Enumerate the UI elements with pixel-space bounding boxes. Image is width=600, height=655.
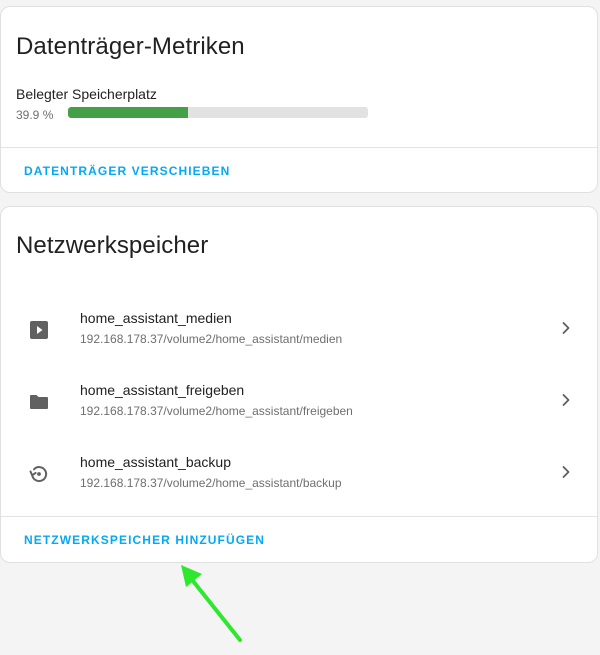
card-actions-divider <box>1 516 597 517</box>
play-box-icon <box>30 321 48 339</box>
mount-name: home_assistant_freigeben <box>80 382 245 398</box>
network-mount-item-freigeben[interactable]: home_assistant_freigeben 192.168.178.37/… <box>1 370 599 432</box>
add-network-storage-button[interactable]: NETZWERKSPEICHER HINZUFÜGEN <box>24 533 265 547</box>
disk-metrics-card: Datenträger-Metriken Belegter Speicherpl… <box>0 6 598 193</box>
used-storage-progress-bar <box>68 107 368 118</box>
mount-path: 192.168.178.37/volume2/home_assistant/ba… <box>80 476 342 490</box>
chevron-right-icon <box>562 394 570 406</box>
mount-name: home_assistant_medien <box>80 310 232 326</box>
used-storage-percent: 39.9 % <box>16 108 54 122</box>
move-data-disk-button[interactable]: DATENTRÄGER VERSCHIEBEN <box>24 164 230 178</box>
annotation-arrow-icon <box>181 565 242 642</box>
network-storage-card: Netzwerkspeicher home_assistant_medien 1… <box>0 206 598 563</box>
network-mount-item-backup[interactable]: home_assistant_backup 192.168.178.37/vol… <box>1 442 599 504</box>
chevron-right-icon <box>562 466 570 478</box>
chevron-right-icon <box>562 322 570 334</box>
card-actions-divider <box>1 147 597 148</box>
disk-metrics-title: Datenträger-Metriken <box>16 33 245 60</box>
mount-path: 192.168.178.37/volume2/home_assistant/me… <box>80 332 343 346</box>
used-storage-label: Belegter Speicherplatz <box>16 86 157 102</box>
network-mount-item-medien[interactable]: home_assistant_medien 192.168.178.37/vol… <box>1 298 599 360</box>
backup-restore-icon <box>29 466 48 483</box>
mount-path: 192.168.178.37/volume2/home_assistant/fr… <box>80 404 353 418</box>
used-storage-progress-fill <box>68 107 188 118</box>
network-storage-title: Netzwerkspeicher <box>16 232 209 259</box>
folder-icon <box>30 395 48 409</box>
mount-name: home_assistant_backup <box>80 454 231 470</box>
